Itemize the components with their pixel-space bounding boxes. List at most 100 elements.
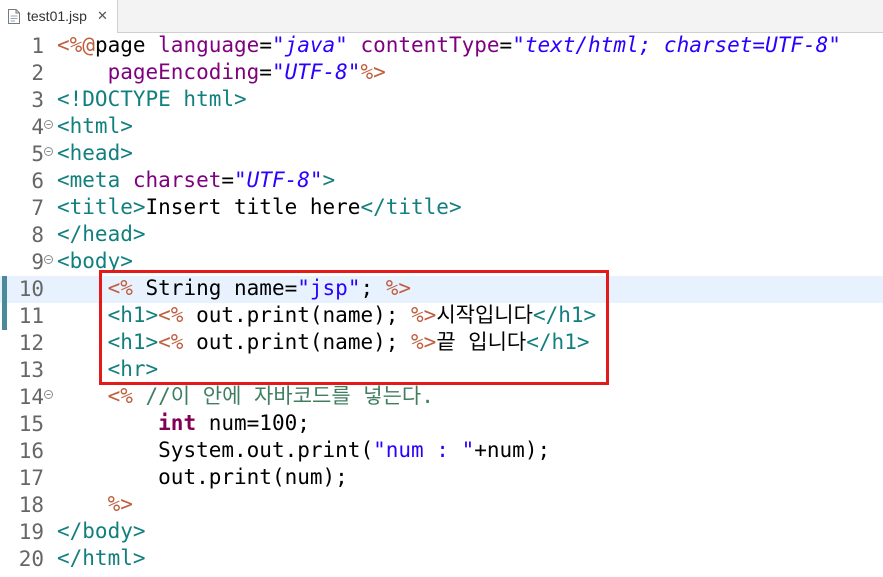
close-icon[interactable]: ✕ xyxy=(97,8,108,24)
code-token: out.print(name); xyxy=(183,303,412,327)
code-text: out.print(num); xyxy=(57,466,348,489)
code-line[interactable]: 18 %> xyxy=(0,492,883,519)
code-editor[interactable]: 1 <%@page language="java" contentType="te… xyxy=(0,33,883,577)
code-token: language xyxy=(158,33,260,57)
code-token: contentType xyxy=(347,33,500,57)
code-token: %> xyxy=(360,60,386,84)
code-line[interactable]: 5− <head> xyxy=(0,141,883,168)
code-text: pageEncoding="UTF-8"%> xyxy=(57,61,386,84)
code-token: <meta xyxy=(57,168,133,192)
change-marker xyxy=(2,276,7,303)
line-number: 16 xyxy=(18,439,44,463)
jsp-file-icon xyxy=(8,9,20,24)
code-line[interactable]: 2 pageEncoding="UTF-8"%> xyxy=(0,60,883,87)
code-token: System.out.print( xyxy=(158,438,374,462)
code-line[interactable]: 15 int num=100; xyxy=(0,411,883,438)
code-line[interactable]: 14− <% //이 안에 자바코드를 넣는다. xyxy=(0,384,883,411)
code-token: 시작입니다 xyxy=(436,303,533,327)
code-line[interactable]: 16 System.out.print("num : "+num); xyxy=(0,438,883,465)
line-number: 11 xyxy=(18,304,44,328)
editor-tab-bar: test01.jsp ✕ xyxy=(0,0,883,33)
code-line[interactable]: 19 </body> xyxy=(0,519,883,546)
code-token: %> xyxy=(385,276,412,300)
code-token: pageEncoding xyxy=(107,60,260,84)
code-line[interactable]: 9− <body> xyxy=(0,249,883,276)
code-text: <%@page language="java" contentType="tex… xyxy=(57,34,841,57)
code-token: <% xyxy=(107,276,133,300)
code-text: <hr> xyxy=(57,357,159,381)
code-token: </h1> xyxy=(532,303,597,327)
code-text: <h1><% out.print(name); %>시작입니다</h1> xyxy=(57,303,597,327)
code-text: <h1><% out.print(name); %>끝 입니다</h1> xyxy=(57,330,590,354)
code-text: <body> xyxy=(57,250,133,273)
code-line[interactable]: 17 out.print(num); xyxy=(0,465,883,492)
code-line[interactable]: 11 <h1><% out.print(name); %>시작입니다</h1> xyxy=(0,303,883,330)
code-line[interactable]: 8 </head> xyxy=(0,222,883,249)
line-number: 17 xyxy=(18,466,44,490)
code-token: <% xyxy=(158,330,184,354)
code-token: "java" xyxy=(271,33,348,57)
fold-toggle-icon[interactable]: − xyxy=(44,120,53,129)
code-text: <% //이 안에 자바코드를 넣는다. xyxy=(57,385,434,408)
code-token: </title> xyxy=(360,195,462,219)
code-token: <body> xyxy=(57,249,133,273)
tab-test01-jsp[interactable]: test01.jsp ✕ xyxy=(0,0,118,33)
code-token: +num); xyxy=(474,438,551,462)
code-text: <head> xyxy=(57,142,133,165)
code-line[interactable]: 7 <title>Insert title here</title> xyxy=(0,195,883,222)
change-marker xyxy=(2,303,7,330)
code-token: <html> xyxy=(57,114,133,138)
code-token: <h1> xyxy=(107,303,159,327)
code-token: Insert title here xyxy=(145,195,361,219)
line-number: 4 xyxy=(31,115,44,139)
line-number: 12 xyxy=(18,331,44,355)
code-line[interactable]: 10 <% String name="jsp"; %> xyxy=(0,276,883,303)
code-text: </html> xyxy=(57,547,146,570)
code-token: out.print(name); xyxy=(183,330,412,354)
tab-label: test01.jsp xyxy=(27,8,87,24)
code-line[interactable]: 4− <html> xyxy=(0,114,883,141)
code-token: </h1> xyxy=(526,330,590,354)
code-token: <% xyxy=(158,303,184,327)
code-token: "jsp" xyxy=(297,276,361,300)
line-number: 7 xyxy=(31,196,44,220)
code-token: num=100; xyxy=(196,411,310,435)
code-text: </head> xyxy=(57,223,146,246)
code-line[interactable]: 20 </html> xyxy=(0,546,883,573)
code-token: <% xyxy=(107,384,133,408)
line-number: 1 xyxy=(31,34,44,58)
code-token: out.print(num); xyxy=(158,465,348,489)
code-token: %> xyxy=(411,303,437,327)
code-line[interactable]: 6 <meta charset="UTF-8"> xyxy=(0,168,883,195)
code-token: //이 안에 자바코드를 넣는다. xyxy=(132,384,434,408)
line-number: 14 xyxy=(18,385,44,409)
code-token: </html> xyxy=(57,546,146,570)
line-number: 9 xyxy=(31,250,44,274)
line-number: 3 xyxy=(31,88,44,112)
code-text: %> xyxy=(57,493,133,516)
code-line[interactable]: 13 <hr> xyxy=(0,357,883,384)
code-token: = xyxy=(259,60,272,84)
code-line[interactable]: 12 <h1><% out.print(name); %>끝 입니다</h1> xyxy=(0,330,883,357)
code-token: %> xyxy=(107,492,133,516)
fold-toggle-icon[interactable]: − xyxy=(44,147,53,156)
code-text: System.out.print("num : "+num); xyxy=(57,439,550,462)
line-number: 2 xyxy=(31,61,44,85)
code-line[interactable]: 3 <!DOCTYPE html> xyxy=(0,87,883,114)
code-token: <hr> xyxy=(107,357,159,381)
line-number: 19 xyxy=(18,520,44,544)
fold-toggle-icon[interactable]: − xyxy=(44,255,53,264)
code-token: = xyxy=(259,33,272,57)
code-token: "UTF-8" xyxy=(234,168,323,192)
code-token: <h1> xyxy=(107,330,159,354)
code-line[interactable]: 1 <%@page language="java" contentType="te… xyxy=(0,33,883,60)
code-token: = xyxy=(221,168,235,192)
code-token: "UTF-8" xyxy=(271,60,361,84)
code-token: = xyxy=(499,33,513,57)
code-token: <title> xyxy=(57,195,146,219)
code-text: <meta charset="UTF-8"> xyxy=(57,169,335,192)
code-token: %> xyxy=(411,330,437,354)
code-text: int num=100; xyxy=(57,412,310,435)
code-text: <!DOCTYPE html> xyxy=(57,88,247,111)
fold-toggle-icon[interactable]: − xyxy=(44,390,53,399)
